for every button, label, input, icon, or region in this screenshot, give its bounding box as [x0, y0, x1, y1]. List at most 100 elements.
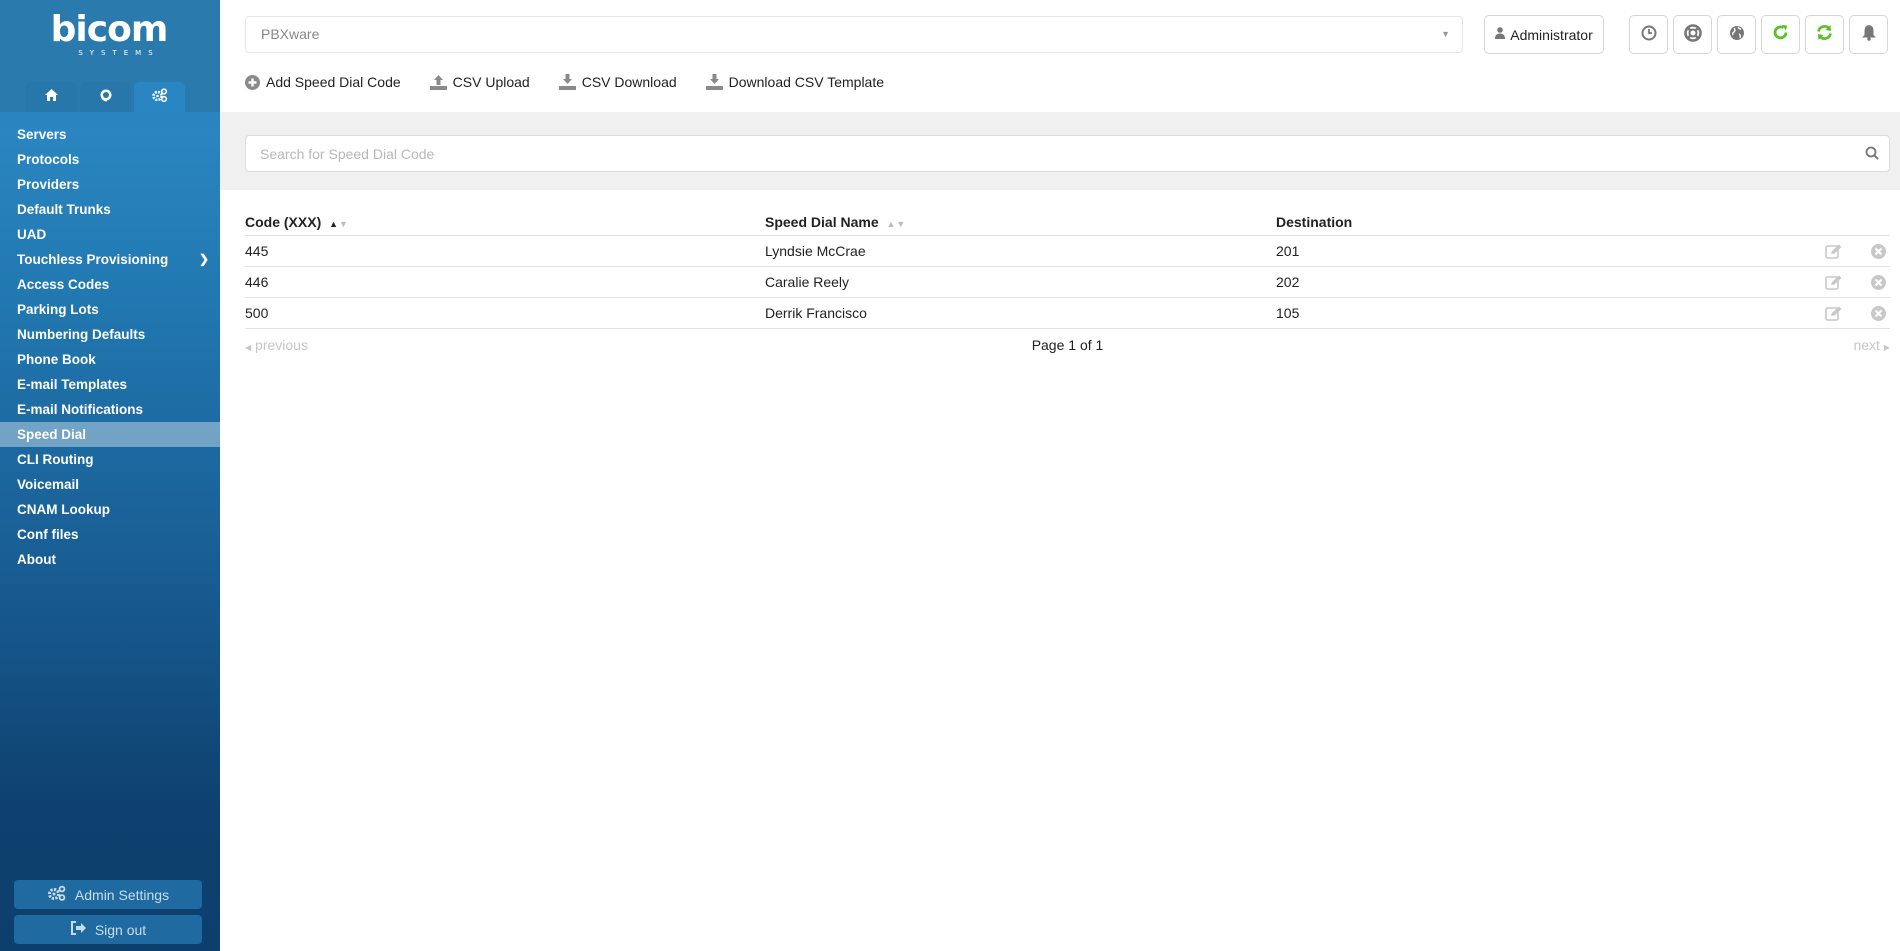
sidebar-item-protocols[interactable]: Protocols	[0, 147, 220, 172]
sidebar-item-about[interactable]: About	[0, 547, 220, 572]
sidebar-item-default-trunks[interactable]: Default Trunks	[0, 197, 220, 222]
row-actions	[1776, 274, 1890, 290]
sidebar-item-phone-book[interactable]: Phone Book	[0, 347, 220, 372]
sidebar-item-numbering-defaults[interactable]: Numbering Defaults	[0, 322, 220, 347]
tab-home[interactable]	[26, 82, 77, 112]
user-icon	[1495, 27, 1506, 42]
toolbar: Add Speed Dial Code CSV Upload CSV Downl…	[245, 70, 884, 94]
sort-desc-icon: ▼	[896, 218, 907, 229]
search-box	[245, 135, 1890, 172]
download-csv-template-label: Download CSV Template	[728, 74, 885, 90]
add-speed-dial-label: Add Speed Dial Code	[266, 74, 401, 90]
column-header-name[interactable]: Speed Dial Name ▲▼	[765, 214, 1276, 230]
edit-icon[interactable]	[1825, 306, 1843, 321]
table-row: 445 Lyndsie McCrae 201	[245, 236, 1890, 267]
life-ring-icon	[1683, 23, 1702, 46]
add-speed-dial-button[interactable]: Add Speed Dial Code	[245, 74, 401, 90]
cell-name: Derrik Francisco	[765, 305, 867, 321]
admin-settings-button[interactable]: Admin Settings	[14, 880, 202, 909]
reload-button[interactable]	[1761, 15, 1800, 54]
cell-code: 446	[245, 274, 269, 290]
caret-left-icon: ◀	[245, 343, 252, 352]
sort-asc-icon: ▲	[886, 218, 897, 229]
cell-destination: 202	[1276, 274, 1300, 290]
sync-icon	[1816, 24, 1833, 45]
tab-support[interactable]	[80, 82, 131, 112]
table-row: 446 Caralie Reely 202	[245, 267, 1890, 298]
sidebar-item-email-notifications[interactable]: E-mail Notifications	[0, 397, 220, 422]
sign-out-button[interactable]: Sign out	[14, 915, 202, 944]
table-header: Code (XXX) ▲▼ Speed Dial Name ▲▼ Destina…	[245, 208, 1890, 236]
csv-upload-button[interactable]: CSV Upload	[429, 74, 530, 90]
sidebar-item-conf-files[interactable]: Conf files	[0, 522, 220, 547]
cell-name: Caralie Reely	[765, 274, 850, 290]
table-row: 500 Derrik Francisco 105	[245, 298, 1890, 329]
csv-upload-label: CSV Upload	[452, 74, 530, 90]
download-csv-template-button[interactable]: Download CSV Template	[705, 74, 885, 90]
sidebar-item-speed-dial[interactable]: Speed Dial	[0, 422, 220, 447]
sidebar-item-parking-lots[interactable]: Parking Lots	[0, 297, 220, 322]
pagination: Page 1 of 1 ◀ previous next ▶	[245, 337, 1890, 357]
page-info: Page 1 of 1	[1031, 337, 1104, 353]
sidebar-item-access-codes[interactable]: Access Codes	[0, 272, 220, 297]
admin-settings-label: Admin Settings	[74, 886, 170, 903]
notifications-button[interactable]	[1849, 15, 1888, 54]
csv-download-button[interactable]: CSV Download	[558, 74, 677, 90]
user-name: Administrator	[1510, 26, 1593, 43]
gears-icon	[47, 885, 67, 905]
support-button[interactable]	[1673, 15, 1712, 54]
headset-icon	[99, 88, 113, 106]
search-input[interactable]	[246, 136, 1836, 171]
sidebar-nav: Servers Protocols Providers Default Trun…	[0, 122, 220, 572]
cell-destination: 105	[1276, 305, 1300, 321]
server-select-value: PBXware	[261, 26, 320, 42]
sidebar-item-uad[interactable]: UAD	[0, 222, 220, 247]
logo-wordmark: bicom	[50, 9, 169, 50]
column-header-destination: Destination	[1276, 213, 1353, 230]
upload-icon	[429, 74, 447, 90]
edit-icon[interactable]	[1825, 275, 1843, 290]
history-button[interactable]	[1629, 15, 1668, 54]
speed-dial-table: Code (XXX) ▲▼ Speed Dial Name ▲▼ Destina…	[245, 208, 1890, 329]
csv-download-label: CSV Download	[581, 74, 677, 90]
cell-code: 445	[245, 243, 269, 259]
reload-icon	[1772, 24, 1789, 45]
sort-desc-icon: ▼	[339, 218, 349, 229]
bell-icon	[1861, 24, 1877, 45]
sort-icon[interactable]: ▲▼	[329, 219, 349, 229]
sidebar-item-voicemail[interactable]: Voicemail	[0, 472, 220, 497]
previous-page-link[interactable]: ◀ previous	[245, 337, 308, 353]
sidebar-item-touchless-provisioning[interactable]: Touchless Provisioning ❯	[0, 247, 220, 272]
sort-icon[interactable]: ▲▼	[887, 219, 907, 229]
delete-icon[interactable]	[1871, 274, 1886, 290]
home-icon	[45, 89, 58, 105]
delete-icon[interactable]	[1871, 243, 1886, 259]
sidebar-item-cnam-lookup[interactable]: CNAM Lookup	[0, 497, 220, 522]
column-header-code[interactable]: Code (XXX) ▲▼	[245, 214, 765, 230]
cell-destination: 201	[1276, 243, 1300, 259]
sync-button[interactable]	[1805, 15, 1844, 54]
download-icon	[558, 74, 576, 90]
caret-right-icon: ▶	[1883, 343, 1890, 352]
delete-icon[interactable]	[1871, 305, 1886, 321]
sign-out-label: Sign out	[94, 921, 147, 938]
user-menu-button[interactable]: Administrator	[1484, 15, 1604, 54]
search-icon[interactable]	[1865, 146, 1879, 164]
edit-icon[interactable]	[1825, 244, 1843, 259]
server-select[interactable]: PBXware ▼	[245, 16, 1463, 53]
language-button[interactable]	[1717, 15, 1756, 54]
bicom-logo[interactable]: bicom SYSTEMS	[48, 12, 170, 58]
search-section	[220, 112, 1900, 190]
next-page-link[interactable]: next ▶	[1853, 337, 1890, 353]
sidebar-item-email-templates[interactable]: E-mail Templates	[0, 372, 220, 397]
sidebar-item-providers[interactable]: Providers	[0, 172, 220, 197]
globe-icon	[1729, 25, 1745, 45]
caret-down-icon: ▼	[1441, 29, 1450, 39]
sign-out-icon	[70, 920, 87, 939]
sidebar-item-servers[interactable]: Servers	[0, 122, 220, 147]
tab-settings[interactable]	[134, 82, 185, 112]
sidebar-tabs	[26, 82, 185, 112]
download-icon	[705, 74, 723, 90]
sidebar-item-cli-routing[interactable]: CLI Routing	[0, 447, 220, 472]
header-icon-buttons	[1629, 15, 1888, 54]
